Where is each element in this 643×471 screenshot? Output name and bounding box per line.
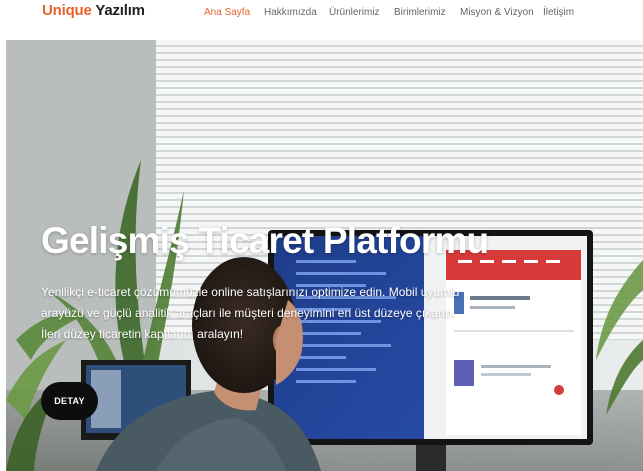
- nav-item-misyon-vizyon[interactable]: Misyon & Vizyon: [460, 7, 534, 18]
- nav-item-ana-sayfa[interactable]: Ana Sayfa: [204, 7, 250, 18]
- nav-item-iletisim[interactable]: İletişim: [543, 7, 574, 18]
- detail-button[interactable]: DETAY: [41, 382, 98, 420]
- site-header: Unique Yazılım Ana Sayfa Hakkımızda Ürün…: [0, 0, 643, 40]
- page: Unique Yazılım Ana Sayfa Hakkımızda Ürün…: [0, 0, 643, 471]
- hero-title: Gelişmiş Ticaret Platformu: [41, 220, 489, 261]
- main-nav: Ana Sayfa Hakkımızda Ürünlerimiz Birimle…: [0, 7, 643, 23]
- nav-item-hakkimizda[interactable]: Hakkımızda: [264, 7, 317, 18]
- nav-item-urunlerimiz[interactable]: Ürünlerimiz: [329, 7, 380, 18]
- hero-description: Yenilikçi e-ticaret çözümümüzle online s…: [41, 285, 460, 341]
- nav-item-birimlerimiz[interactable]: Birimlerimiz: [394, 7, 446, 18]
- hero-section: Gelişmiş Ticaret Platformu Yenilikçi e-t…: [6, 40, 643, 471]
